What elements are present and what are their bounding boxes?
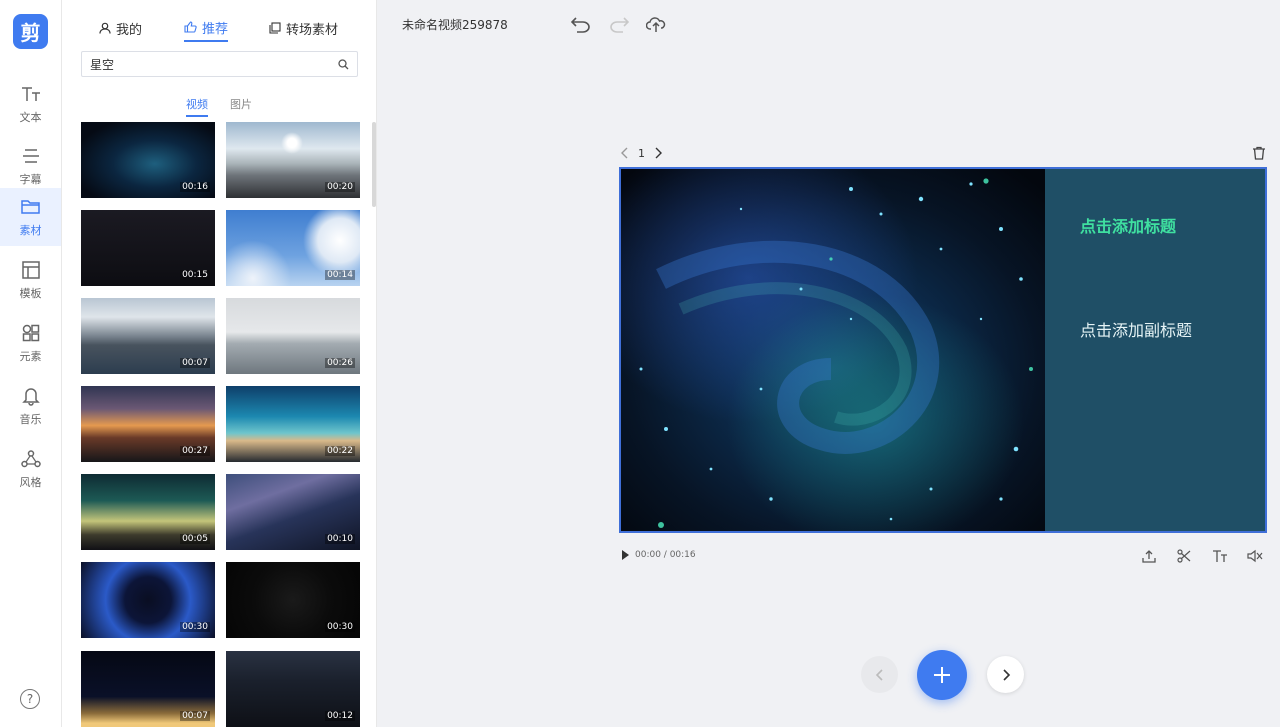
time-readout: 00:00 / 00:16 [635, 550, 696, 560]
rail-label-template: 模板 [19, 287, 42, 300]
duration-label: 00:12 [325, 711, 355, 721]
duration-label: 00:10 [325, 534, 355, 544]
stage-title[interactable]: 点击添加标题 [1080, 213, 1176, 237]
page-number: 1 [638, 146, 645, 160]
stage-subtitle[interactable]: 点击添加副标题 [1080, 317, 1192, 341]
search-input[interactable] [90, 57, 338, 71]
rail-label-material: 素材 [19, 224, 42, 237]
tab-recommended[interactable]: 推荐 [184, 14, 229, 42]
app-logo[interactable]: 剪 [13, 14, 48, 49]
rail-item-elements[interactable]: 元素 [0, 314, 61, 372]
upload-icon[interactable] [1141, 548, 1157, 564]
video-stage[interactable]: 点击添加标题 点击添加副标题 [619, 167, 1267, 533]
rail-item-music[interactable]: 音乐 [0, 377, 61, 435]
elements-icon [20, 322, 42, 344]
video-thumbnail[interactable]: 00:30 [226, 562, 360, 638]
text-panel: 点击添加标题 点击添加副标题 [1045, 169, 1265, 531]
tab-transition[interactable]: 转场素材 [269, 14, 338, 42]
rail-label-subtitle: 字幕 [19, 173, 42, 186]
duration-label: 00:07 [180, 358, 210, 368]
video-thumbnail[interactable]: 00:20 [226, 122, 360, 198]
duration-label: 00:05 [180, 534, 210, 544]
tab-transition-label: 转场素材 [286, 22, 339, 38]
search-box [81, 51, 358, 77]
rail-item-material[interactable]: 素材 [0, 188, 61, 246]
duration-label: 00:30 [180, 622, 210, 632]
duration-label: 00:15 [180, 270, 210, 280]
chevron-left-icon[interactable] [620, 147, 630, 159]
video-thumbnail[interactable]: 00:22 [226, 386, 360, 462]
search-icon[interactable] [338, 55, 349, 74]
video-thumbnail[interactable]: 00:10 [226, 474, 360, 550]
media-type-tabs: 视频 图片 [62, 96, 377, 118]
cloud-upload-icon[interactable] [645, 14, 667, 36]
chevron-right-icon[interactable] [653, 147, 663, 159]
redo-icon[interactable] [608, 14, 630, 36]
help-icon[interactable]: ? [20, 689, 40, 709]
page-pager: 1 [620, 145, 663, 161]
duration-label: 00:26 [325, 358, 355, 368]
video-thumbnail[interactable]: 00:16 [81, 122, 215, 198]
prev-page-button[interactable] [861, 656, 898, 693]
video-thumbnail[interactable]: 00:27 [81, 386, 215, 462]
video-thumbnail[interactable]: 00:30 [81, 562, 215, 638]
bell-icon [20, 385, 42, 407]
duration-label: 00:07 [180, 711, 210, 721]
subtab-video[interactable]: 视频 [186, 96, 208, 117]
rail-label-music: 音乐 [19, 413, 42, 426]
rail-label-text: 文本 [19, 111, 42, 124]
add-page-button[interactable] [917, 650, 967, 700]
copy-icon [269, 22, 281, 34]
project-title[interactable]: 未命名视频259878 [402, 16, 508, 33]
text-tool-icon[interactable] [1212, 548, 1228, 564]
rail-item-style[interactable]: 风格 [0, 440, 61, 498]
next-page-button[interactable] [987, 656, 1024, 693]
undo-icon[interactable] [570, 14, 592, 36]
rail-item-template[interactable]: 模板 [0, 251, 61, 309]
plus-icon [934, 667, 950, 683]
duration-label: 00:14 [325, 270, 355, 280]
video-thumbnail[interactable]: 00:15 [81, 210, 215, 286]
thumbs-up-icon [184, 21, 197, 33]
tab-mine[interactable]: 我的 [99, 14, 142, 42]
panel-scrollbar[interactable] [372, 122, 376, 207]
panel-tabs: 我的 推荐 转场素材 [62, 14, 377, 44]
duration-label: 00:30 [325, 622, 355, 632]
duration-label: 00:22 [325, 446, 355, 456]
rail-item-text[interactable]: 文本 [0, 75, 61, 133]
subtab-image[interactable]: 图片 [230, 96, 252, 115]
playback-bar: 00:00 / 00:16 [622, 550, 696, 560]
text-icon [20, 83, 42, 105]
chevron-right-icon [1002, 668, 1010, 681]
folder-icon [20, 196, 42, 218]
tab-recommended-label: 推荐 [202, 21, 229, 37]
play-icon[interactable] [622, 550, 629, 560]
sun-glow [281, 132, 303, 154]
trash-icon[interactable] [1252, 145, 1268, 161]
video-thumbnail[interactable]: 00:26 [226, 298, 360, 374]
scissors-icon[interactable] [1176, 548, 1192, 564]
duration-label: 00:20 [325, 182, 355, 192]
video-thumbnail[interactable]: 00:07 [81, 651, 215, 727]
video-thumbnail[interactable]: 00:12 [226, 651, 360, 727]
video-thumbnail[interactable]: 00:14 [226, 210, 360, 286]
video-thumbnail[interactable]: 00:07 [81, 298, 215, 374]
user-icon [99, 22, 111, 34]
chevron-left-icon [875, 668, 883, 681]
material-grid: 00:16 00:20 00:15 00:14 00:07 00:26 00:2… [81, 122, 361, 727]
left-rail: 剪 文本 字幕 素材 模板 元素 音乐 风格 ? [0, 0, 62, 727]
rail-label-style: 风格 [19, 476, 42, 489]
duration-label: 00:16 [180, 182, 210, 192]
mute-icon[interactable] [1247, 548, 1263, 564]
tab-mine-label: 我的 [116, 22, 143, 38]
rail-item-subtitle[interactable]: 字幕 [0, 137, 61, 195]
template-icon [20, 259, 42, 281]
style-icon [20, 448, 42, 470]
galaxy-video-frame [621, 169, 1045, 531]
subtitle-icon [20, 145, 42, 167]
video-thumbnail[interactable]: 00:05 [81, 474, 215, 550]
rail-label-elements: 元素 [19, 350, 42, 363]
duration-label: 00:27 [180, 446, 210, 456]
material-panel: 我的 推荐 转场素材 视频 图片 00:16 00:20 00:15 00:14… [62, 0, 377, 727]
